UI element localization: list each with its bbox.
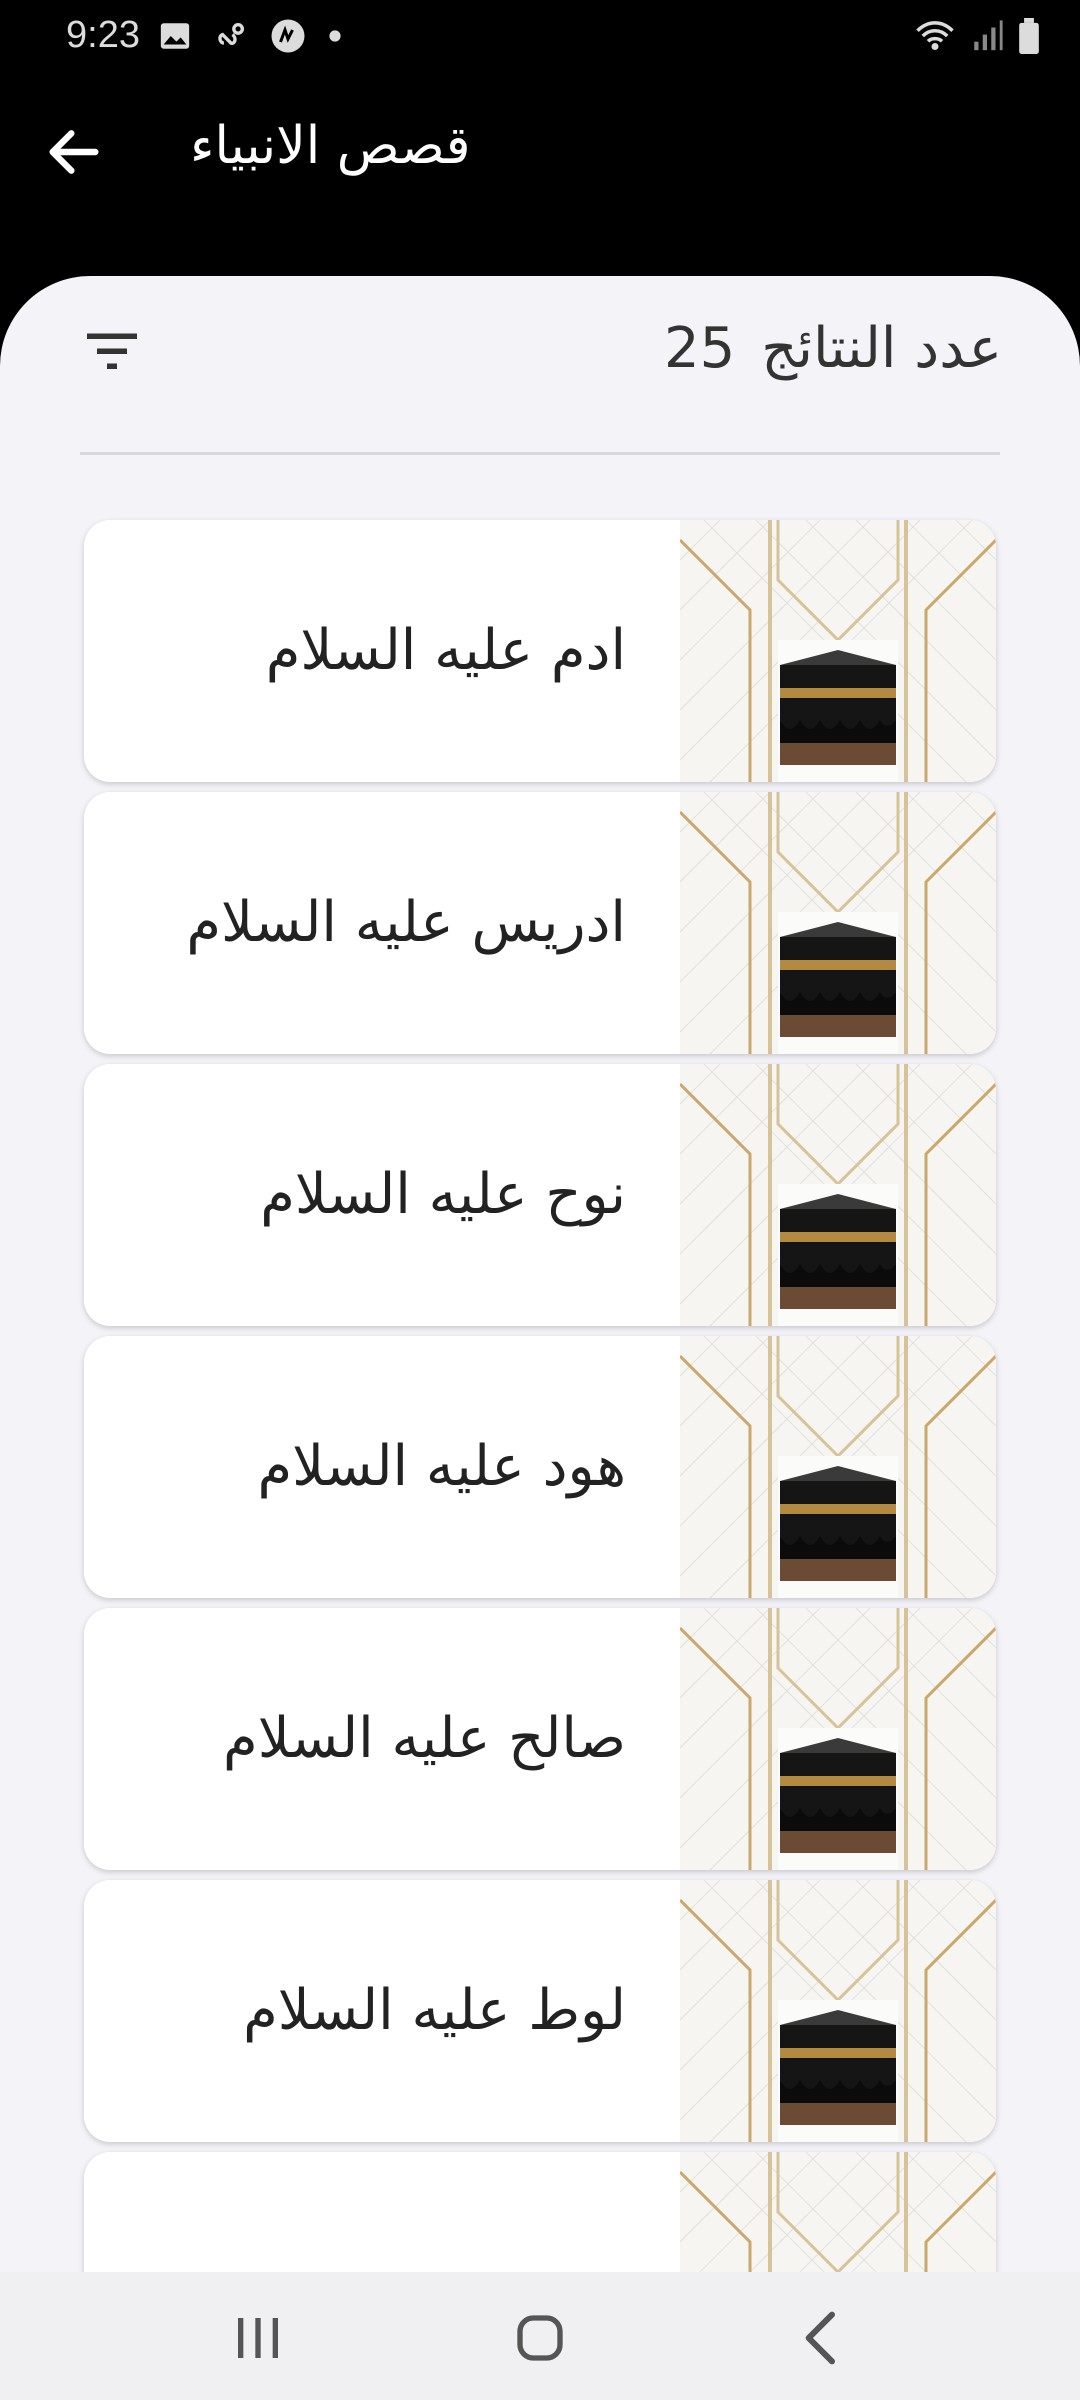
kaaba-thumbnail [678,792,996,1054]
recent-apps-button[interactable] [218,2298,298,2378]
status-left-icons [158,18,342,54]
status-right-icons [914,18,1040,54]
chevron-left-icon [805,2311,835,2365]
list-item[interactable]: لوط عليه السلام [84,1880,996,2142]
image-icon [160,23,190,49]
list-item[interactable]: ادريس عليه السلام [84,792,996,1054]
list-item-title: لوط عليه السلام [243,1978,626,2043]
filter-button[interactable] [82,326,142,376]
filter-icon [87,333,137,369]
signal-icon [974,20,1003,51]
kaaba-thumbnail [678,1336,996,1598]
dot-icon [329,30,341,42]
battery-icon [1019,18,1039,54]
list-item[interactable]: هود عليه السلام [84,1336,996,1598]
kaaba-thumbnail [678,2152,996,2272]
prophets-list: ادم عليه السلام ادريس عليه السلام نوح عل… [84,520,996,2272]
system-nav-bar [0,2272,1080,2400]
list-item-title: ادريس عليه السلام [186,890,626,955]
recents-icon [238,2318,278,2358]
kaaba-thumbnail [678,1880,996,2142]
wifi-icon [916,21,954,50]
list-item[interactable]: نوح عليه السلام [84,1064,996,1326]
list-item[interactable]: صالح عليه السلام [84,1608,996,1870]
results-count: 25 [663,316,736,381]
link-icon [218,22,245,45]
results-summary: عدد النتائج 25 [664,316,1002,381]
list-item-title: نوح عليه السلام [260,1162,626,1227]
kaaba-thumbnail [678,1608,996,1870]
back-button[interactable] [42,120,106,184]
app-bar: قصص الانبياء [0,80,1080,280]
page-title: قصص الانبياء [190,116,471,176]
status-bar: 9:23 [0,0,1080,80]
list-item[interactable]: ادم عليه السلام [84,520,996,782]
list-item-title: ادم عليه السلام [265,618,626,683]
arrow-left-icon [49,130,99,174]
divider [80,452,1000,455]
home-button[interactable] [500,2298,580,2378]
kaaba-thumbnail [678,520,996,782]
app-icon [271,19,305,53]
list-item-title: صالح عليه السلام [223,1706,626,1771]
nav-back-button[interactable] [782,2298,862,2378]
results-label: عدد النتائج [761,316,1002,381]
list-item[interactable] [84,2152,996,2272]
content-sheet: عدد النتائج 25 ادم عليه السلام ادريس علي… [0,276,1080,2272]
list-item-title: هود عليه السلام [257,1434,626,1499]
home-icon [517,2315,563,2361]
status-time: 9:23 [66,14,140,56]
kaaba-thumbnail [678,1064,996,1326]
